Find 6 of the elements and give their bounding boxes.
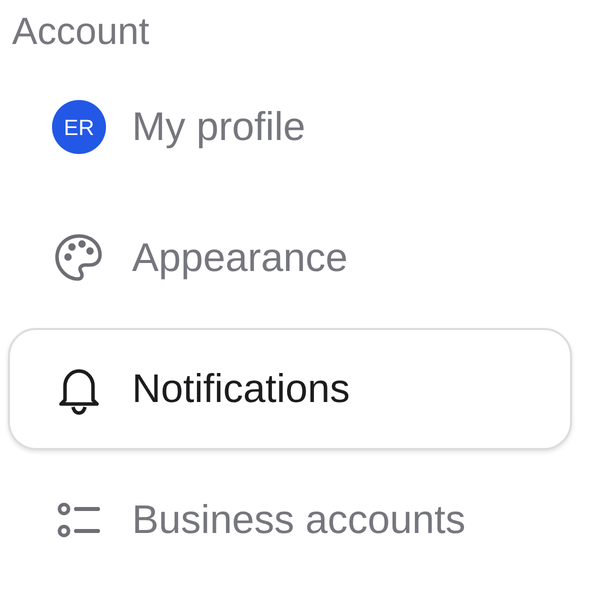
section-title: Account xyxy=(12,10,150,55)
menu-item[interactable]: Appearance xyxy=(8,197,572,319)
menu-item[interactable]: Notifications xyxy=(8,328,572,450)
menu-item[interactable]: Business accounts xyxy=(8,459,572,581)
menu-item[interactable]: ER My profile xyxy=(8,66,572,188)
avatar: ER xyxy=(52,100,106,154)
